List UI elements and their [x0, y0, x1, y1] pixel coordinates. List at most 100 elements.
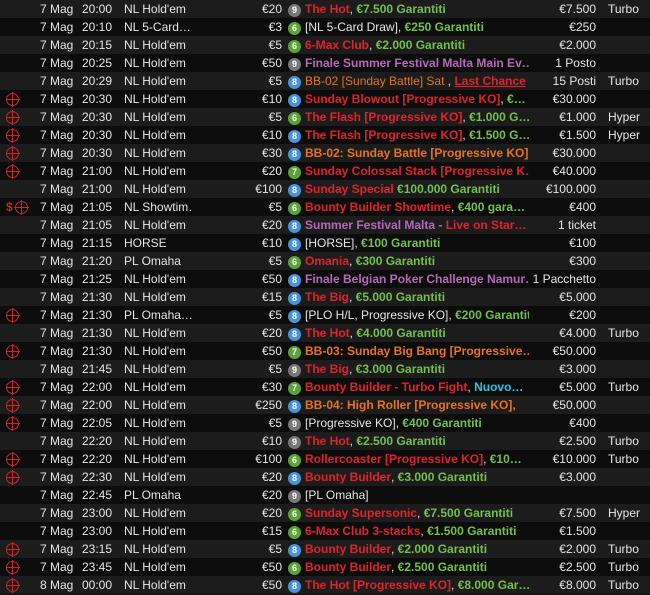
time-cell: 21:00 — [82, 164, 113, 178]
tournament-name[interactable]: [HORSE], €100 Garantiti — [305, 234, 529, 252]
table-row[interactable]: 7 Mag 21:45 NL Hold'em €5 9 The Big, €3.000 G… — [0, 360, 650, 378]
date-cell: 7 Mag — [40, 20, 74, 34]
table-row[interactable]: 7 Mag 20:10 NL 5-Card… €3 6 [NL 5-Card Draw],… — [0, 18, 650, 36]
target-icon — [6, 92, 20, 107]
table-row[interactable]: 7 Mag 21:15 HORSE €10 8 [HORSE], €100 Garanti… — [0, 234, 650, 252]
table-row[interactable]: 7 Mag 21:30 PL Omaha… €5 8 [PLO H/L, Progress… — [0, 306, 650, 324]
speed-cell: Turbo — [608, 560, 639, 574]
table-row[interactable]: 7 Mag 20:00 NL Hold'em €20 9 The Hot, €7.500 … — [0, 0, 650, 18]
time-cell: 20:10 — [82, 20, 113, 34]
tournament-name[interactable]: Bounty Builder Showtime, €400 gara… — [305, 198, 529, 216]
tournament-name-part: Finale Belgian Poker Challenge Namur… — [305, 272, 529, 286]
table-row[interactable]: 7 Mag 23:00 NL Hold'em €15 6 6-Max Club 3-sta… — [0, 522, 650, 540]
tournament-name[interactable]: BB-02 [Sunday Battle] Sat , Last Chance — [305, 72, 529, 90]
row-icons — [6, 306, 40, 324]
tournament-name[interactable]: The Big, €5.000 Garantiti — [305, 288, 529, 306]
date-cell: 7 Mag — [40, 146, 74, 160]
row-icons — [6, 432, 40, 450]
table-row[interactable]: 7 Mag 20:25 NL Hold'em €50 9 Finale Summer Fe… — [0, 54, 650, 72]
table-row[interactable]: 7 Mag 20:30 NL Hold'em €10 8 The Flash [Progr… — [0, 126, 650, 144]
buyin-cell: €5 — [268, 362, 282, 376]
table-row[interactable]: 7 Mag 22:00 NL Hold'em €250 8 BB-04: High Rol… — [0, 396, 650, 414]
table-row[interactable]: 7 Mag 21:30 NL Hold'em €50 7 BB-03: Sunday Bi… — [0, 342, 650, 360]
tournament-name-part: €4.000 Garantiti — [356, 326, 446, 340]
date-cell: 7 Mag — [40, 182, 74, 196]
tournament-name-part: €300 Garantiti — [355, 254, 436, 268]
buyin-cell: €3 — [268, 20, 282, 34]
tournament-name[interactable]: [PL Omaha] — [305, 486, 529, 504]
tournament-name[interactable]: Finale Summer Festival Malta Main Ev… — [305, 54, 529, 72]
guarantee-cell: €300 — [569, 254, 596, 268]
table-row[interactable]: 7 Mag 22:20 NL Hold'em €10 9 The Hot, €2.500 … — [0, 432, 650, 450]
players-badge-cell: 8 — [288, 288, 304, 306]
date-cell: 7 Mag — [40, 560, 74, 574]
guarantee-cell: 15 Posti — [552, 74, 596, 88]
tournament-name[interactable]: Bounty Builder, €2.500 Garantiti — [305, 558, 529, 576]
table-row[interactable]: 7 Mag 20:30 NL Hold'em €5 6 The Flash [Progre… — [0, 108, 650, 126]
table-row[interactable]: 7 Mag 22:00 NL Hold'em €30 7 Bounty Builder -… — [0, 378, 650, 396]
buyin-cell: €5 — [268, 74, 282, 88]
tournament-name[interactable]: The Hot, €7.500 Garantiti — [305, 0, 529, 18]
date-cell: 7 Mag — [40, 272, 74, 286]
speed-cell: Turbo — [608, 434, 639, 448]
table-row[interactable]: 7 Mag 22:45 PL Omaha €20 9 [PL Omaha] — [0, 486, 650, 504]
tournament-name[interactable]: The Big, €3.000 Garantiti — [305, 360, 529, 378]
tournament-name[interactable]: [NL 5-Card Draw], €250 Garantiti — [305, 18, 529, 36]
row-icons — [6, 108, 40, 126]
table-row[interactable]: 7 Mag 20:15 NL Hold'em €5 6 6-Max Club, €2.00… — [0, 36, 650, 54]
tournament-name[interactable]: Bounty Builder, €2.000 Garantiti — [305, 540, 529, 558]
tournament-name[interactable]: Sunday Blowout [Progressive KO], €… — [305, 90, 529, 108]
tournament-name[interactable]: [PLO H/L, Progressive KO], €200 Garantit… — [305, 306, 529, 324]
tournament-name-part: , — [444, 74, 455, 88]
table-row[interactable]: 7 Mag 21:20 PL Omaha €5 6 Omania, €300 Garant… — [0, 252, 650, 270]
table-row[interactable]: 8 Mag 00:00 NL Hold'em €50 8 The Hot [Progres… — [0, 576, 650, 594]
table-row[interactable]: 7 Mag 21:25 NL Hold'em €50 8 Finale Belgian P… — [0, 270, 650, 288]
table-row[interactable]: $7 Mag 21:05 NL Showtim… €5 6 Bounty Builder … — [0, 198, 650, 216]
table-row[interactable]: 7 Mag 20:29 NL Hold'em €5 8 BB-02 [Sunday Bat… — [0, 72, 650, 90]
target-icon — [6, 560, 20, 575]
date-cell: 7 Mag — [40, 398, 74, 412]
tournament-name[interactable]: The Hot, €2.500 Garantiti — [305, 432, 529, 450]
tournament-name[interactable]: Rollercoaster [Progressive KO], €10… — [305, 450, 529, 468]
tournament-name[interactable]: The Hot [Progressive KO], €8.000 Gar… — [305, 576, 529, 594]
tournament-name[interactable]: Summer Festival Malta - Live on Star… — [305, 216, 529, 234]
tournament-name[interactable]: Sunday Supersonic, €7.500 Garantiti — [305, 504, 529, 522]
tournament-name[interactable]: Finale Belgian Poker Challenge Namur… — [305, 270, 529, 288]
table-row[interactable]: 7 Mag 22:30 NL Hold'em €20 8 Bounty Builder, … — [0, 468, 650, 486]
table-row[interactable]: 7 Mag 21:00 NL Hold'em €100 8 Sunday Special … — [0, 180, 650, 198]
table-row[interactable]: 7 Mag 22:20 NL Hold'em €100 6 Rollercoaster [… — [0, 450, 650, 468]
tournament-name[interactable]: Sunday Colossal Stack [Progressive K… — [305, 162, 529, 180]
tournament-name[interactable]: BB-04: High Roller [Progressive KO], — [305, 396, 529, 414]
row-icons — [6, 162, 40, 180]
tournament-name[interactable]: [Progressive KO], €400 Garantiti — [305, 414, 529, 432]
players-badge-cell: 6 — [288, 558, 304, 576]
table-row[interactable]: 7 Mag 21:30 NL Hold'em €15 8 The Big, €5.000 … — [0, 288, 650, 306]
tournament-name-part: €7.500 Garantiti — [356, 2, 446, 16]
tournament-name[interactable]: Bounty Builder - Turbo Fight, Nuovo… — [305, 378, 529, 396]
row-icons — [6, 450, 40, 468]
table-row[interactable]: 7 Mag 21:00 NL Hold'em €20 7 Sunday Colossal … — [0, 162, 650, 180]
table-row[interactable]: 7 Mag 21:30 NL Hold'em €20 8 The Hot, €4.000 … — [0, 324, 650, 342]
tournament-name[interactable]: Sunday Special €100.000 Garantiti — [305, 180, 529, 198]
table-row[interactable]: 7 Mag 22:05 NL Hold'em €5 9 [Progressive KO],… — [0, 414, 650, 432]
tournament-name[interactable]: The Flash [Progressive KO], €1.500 G… — [305, 126, 529, 144]
tournament-name[interactable]: 6-Max Club 3-stacks, €1.500 Garantiti — [305, 522, 529, 540]
table-row[interactable]: 7 Mag 20:30 NL Hold'em €30 8 BB-02: Sunday Ba… — [0, 144, 650, 162]
tournament-name[interactable]: The Hot, €4.000 Garantiti — [305, 324, 529, 342]
table-row[interactable]: 7 Mag 23:00 NL Hold'em €20 6 Sunday Supersoni… — [0, 504, 650, 522]
tournament-name[interactable]: BB-02: Sunday Battle [Progressive KO], — [305, 144, 529, 162]
table-size-badge: 6 — [288, 508, 301, 521]
players-badge-cell: 8 — [288, 576, 304, 594]
tournament-name[interactable]: 6-Max Club, €2.000 Garantiti — [305, 36, 529, 54]
table-size-badge: 7 — [288, 382, 301, 395]
table-row[interactable]: 7 Mag 20:30 NL Hold'em €10 8 Sunday Blowout [… — [0, 90, 650, 108]
tournament-name[interactable]: The Flash [Progressive KO], €1.000 G… — [305, 108, 529, 126]
game-cell: NL Hold'em — [124, 362, 186, 376]
tournament-name[interactable]: Omania, €300 Garantiti — [305, 252, 529, 270]
tournament-name[interactable]: BB-03: Sunday Big Bang [Progressive… — [305, 342, 529, 360]
table-row[interactable]: 7 Mag 23:15 NL Hold'em €5 8 Bounty Builder, €… — [0, 540, 650, 558]
table-row[interactable]: 7 Mag 23:45 NL Hold'em €50 6 Bounty Builder, … — [0, 558, 650, 576]
tournament-name[interactable]: Bounty Builder, €3.000 Garantiti — [305, 468, 529, 486]
table-size-badge: 8 — [288, 400, 301, 413]
table-row[interactable]: 7 Mag 21:05 NL Hold'em €20 8 Summer Festival … — [0, 216, 650, 234]
